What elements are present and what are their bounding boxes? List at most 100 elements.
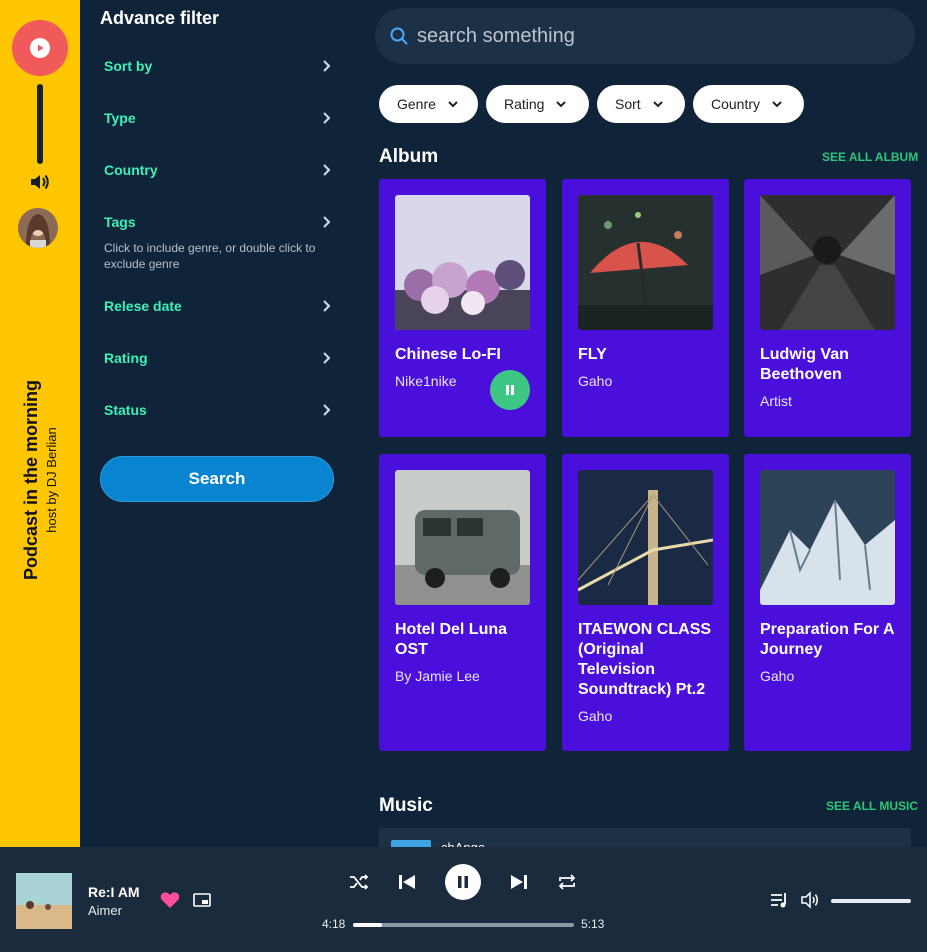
shuffle-icon[interactable] <box>349 873 369 891</box>
queue-icon[interactable] <box>770 891 790 909</box>
play-pause-button[interactable] <box>445 864 481 900</box>
album-cover <box>578 470 713 605</box>
album-cover <box>760 470 895 605</box>
filter-release-date[interactable]: Relese date <box>104 294 334 318</box>
chip-rating[interactable]: Rating <box>486 85 589 123</box>
play-button[interactable] <box>12 20 68 76</box>
next-icon[interactable] <box>509 873 529 891</box>
tags-hint: Click to include genre, or double click … <box>104 241 316 271</box>
filter-tags[interactable]: Tags <box>104 210 334 234</box>
chevron-down-icon <box>772 101 782 108</box>
elapsed-time: 4:18 <box>322 917 346 931</box>
album-title: FLY <box>578 346 607 363</box>
album-subtitle: Nike1nike <box>395 373 457 389</box>
filter-sort-by[interactable]: Sort by <box>104 54 334 78</box>
filter-rating[interactable]: Rating <box>104 346 334 370</box>
search-input[interactable] <box>417 24 897 48</box>
chip-sort[interactable]: Sort <box>597 85 685 123</box>
music-title: chAnge <box>441 840 485 847</box>
picture-in-picture-icon[interactable] <box>193 893 211 907</box>
album-card[interactable]: Chinese Lo-FI Nike1nike <box>379 179 546 437</box>
album-section-title: Album <box>379 146 439 167</box>
player-bar: Re:I AM Aimer 4:18 5:13 <box>0 847 927 952</box>
search-icon <box>390 27 408 45</box>
music-section-title: Music <box>379 795 433 816</box>
volume-slider[interactable] <box>831 899 911 903</box>
filter-status[interactable]: Status <box>104 398 334 422</box>
album-card[interactable]: Preparation For A Journey Gaho <box>744 454 911 751</box>
album-card[interactable]: Hotel Del Luna OST By Jamie Lee <box>379 454 546 751</box>
filter-label: Type <box>104 110 136 126</box>
filter-panel: Advance filter Sort by Type Country Tags… <box>80 0 360 847</box>
album-cover <box>395 470 530 605</box>
chevron-right-icon <box>323 112 331 124</box>
volume-slider[interactable] <box>37 84 43 164</box>
left-rail: Podcast in the morning host by DJ Berlia… <box>0 0 80 847</box>
chevron-right-icon <box>323 300 331 312</box>
music-thumb <box>391 840 431 847</box>
album-title: Ludwig Van Beethoven <box>760 346 849 383</box>
now-playing-cover <box>16 873 72 929</box>
search-button[interactable]: Search <box>100 456 334 502</box>
pause-icon <box>458 876 468 888</box>
filter-label: Sort by <box>104 58 153 74</box>
chip-label: Country <box>711 96 761 112</box>
chip-country[interactable]: Country <box>693 85 804 123</box>
album-subtitle: Artist <box>760 393 792 409</box>
album-subtitle: Gaho <box>578 373 613 389</box>
chip-label: Sort <box>615 96 641 112</box>
play-icon <box>30 38 50 58</box>
album-cover <box>578 195 713 330</box>
search-bar[interactable] <box>375 8 915 64</box>
filter-panel-title: Advance filter <box>100 8 220 28</box>
podcast-info: Podcast in the morning host by DJ Berlia… <box>21 380 59 580</box>
progress-fill <box>353 923 382 927</box>
chip-label: Genre <box>397 96 436 112</box>
chevron-down-icon <box>652 101 663 108</box>
filter-label: Relese date <box>104 298 182 314</box>
chevron-right-icon <box>323 216 331 228</box>
album-card[interactable]: Ludwig Van Beethoven Artist <box>744 179 911 437</box>
album-title: ITAEWON CLASS (Original Television Sound… <box>578 621 712 698</box>
album-cover <box>760 195 895 330</box>
chevron-right-icon <box>323 60 331 72</box>
now-playing-title: Re:I AM <box>88 884 140 900</box>
album-title: Hotel Del Luna OST <box>395 621 508 658</box>
album-subtitle: By Jamie Lee <box>395 668 480 684</box>
previous-icon[interactable] <box>397 873 417 891</box>
chevron-down-icon <box>448 101 458 108</box>
progress-bar[interactable] <box>353 923 574 927</box>
album-cover <box>395 195 530 330</box>
album-title: Chinese Lo-FI <box>395 346 501 363</box>
album-title: Preparation For A Journey <box>760 621 894 658</box>
filter-label: Country <box>104 162 158 178</box>
repeat-icon[interactable] <box>557 873 577 891</box>
volume-icon[interactable] <box>29 172 51 192</box>
pause-icon <box>506 385 514 395</box>
music-list-item[interactable]: chAnge <box>379 828 911 847</box>
avatar[interactable] <box>18 208 58 248</box>
chevron-down-icon <box>556 101 567 108</box>
chip-genre[interactable]: Genre <box>379 85 478 123</box>
now-playing-artist: Aimer <box>88 903 122 918</box>
heart-icon[interactable] <box>160 891 180 909</box>
podcast-title: Podcast in the morning <box>21 379 41 581</box>
filter-country[interactable]: Country <box>104 158 334 182</box>
chevron-right-icon <box>323 352 331 364</box>
chevron-right-icon <box>323 404 331 416</box>
album-card[interactable]: ITAEWON CLASS (Original Television Sound… <box>562 454 729 751</box>
filter-label: Status <box>104 402 147 418</box>
chevron-right-icon <box>323 164 331 176</box>
album-subtitle: Gaho <box>578 708 613 724</box>
see-all-music-link[interactable]: SEE ALL MUSIC <box>826 799 918 813</box>
album-card[interactable]: FLY Gaho <box>562 179 729 437</box>
total-time: 5:13 <box>581 917 605 931</box>
volume-icon[interactable] <box>800 891 820 909</box>
podcast-host: host by DJ Berlian <box>44 427 59 533</box>
pause-button[interactable] <box>490 370 530 410</box>
filter-type[interactable]: Type <box>104 106 334 130</box>
chip-label: Rating <box>504 96 545 112</box>
filter-label: Tags <box>104 214 136 230</box>
album-subtitle: Gaho <box>760 668 795 684</box>
see-all-album-link[interactable]: SEE ALL ALBUM <box>822 150 918 164</box>
